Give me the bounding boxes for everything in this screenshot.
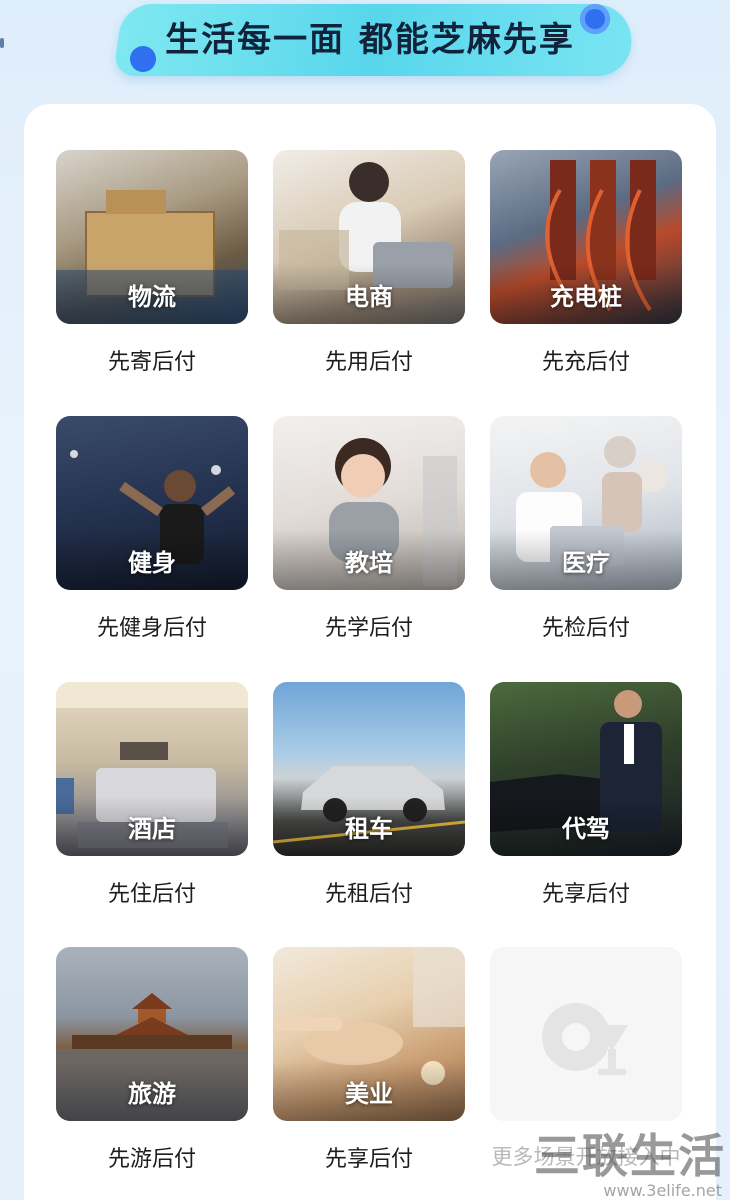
scene-tile-education[interactable]: 教培 先学后付 bbox=[273, 416, 467, 642]
tile-caption: 先住后付 bbox=[107, 882, 196, 907]
scene-tile-fitness[interactable]: 健身 先健身后付 bbox=[56, 416, 250, 642]
education-image: 教培 bbox=[273, 416, 465, 590]
tile-caption: 先用后付 bbox=[324, 350, 413, 375]
tile-label: 美业 bbox=[345, 1080, 393, 1108]
fitness-image: 健身 bbox=[56, 416, 248, 590]
tile-label: 电商 bbox=[345, 283, 393, 311]
placeholder-logo-icon bbox=[542, 1003, 628, 1075]
tile-label: 充电桩 bbox=[550, 283, 622, 311]
hotel-image: 酒店 bbox=[56, 682, 248, 856]
page-title: 生活每一面 都能芝麻先享 bbox=[165, 20, 575, 60]
tile-caption: 先享后付 bbox=[541, 882, 630, 907]
tile-caption: 先健身后付 bbox=[96, 616, 207, 641]
header-banner: 生活每一面 都能芝麻先享 bbox=[0, 0, 730, 90]
ecommerce-image: 电商 bbox=[273, 150, 465, 324]
tile-caption: 先游后付 bbox=[107, 1147, 196, 1172]
tile-label: 物流 bbox=[128, 283, 176, 311]
scene-tile-medical[interactable]: 医疗 先检后付 bbox=[490, 416, 684, 642]
scene-tile-driving[interactable]: 代驾 先享后付 bbox=[490, 682, 684, 908]
tile-label: 医疗 bbox=[562, 549, 610, 577]
tile-caption: 先租后付 bbox=[324, 882, 413, 907]
medical-image: 医疗 bbox=[490, 416, 682, 590]
tile-label: 酒店 bbox=[128, 815, 176, 843]
charging-image: 充电桩 bbox=[490, 150, 682, 324]
scene-tile-charging[interactable]: 充电桩 先充后付 bbox=[490, 150, 684, 376]
tile-caption: 先充后付 bbox=[541, 350, 630, 375]
tile-caption: 先寄后付 bbox=[107, 350, 196, 375]
driving-image: 代驾 bbox=[490, 682, 682, 856]
watermark: 三联生活 bbox=[534, 1129, 726, 1183]
rental-image: 租车 bbox=[273, 682, 465, 856]
scene-card: 物流 先寄后付 电商 先用后付 充电桩 先充后付 健身 先健身后付 教培 先学后… bbox=[24, 104, 716, 1200]
watermark-url: www.3elife.net bbox=[603, 1181, 722, 1200]
tile-label: 教培 bbox=[345, 549, 393, 577]
edge-mark bbox=[0, 38, 4, 48]
scene-tile-beauty[interactable]: 美业 先享后付 bbox=[273, 947, 467, 1173]
beauty-image: 美业 bbox=[273, 947, 465, 1121]
travel-image: 旅游 bbox=[56, 947, 248, 1121]
tile-caption: 先检后付 bbox=[541, 616, 630, 641]
tile-caption: 先享后付 bbox=[324, 1147, 413, 1172]
tile-caption: 先学后付 bbox=[324, 616, 413, 641]
scene-tile-rental[interactable]: 租车 先租后付 bbox=[273, 682, 467, 908]
scene-tile-logistics[interactable]: 物流 先寄后付 bbox=[56, 150, 250, 376]
tile-label: 健身 bbox=[128, 549, 176, 577]
more-placeholder bbox=[490, 947, 682, 1121]
scene-tile-ecommerce[interactable]: 电商 先用后付 bbox=[273, 150, 467, 376]
tile-label: 代驾 bbox=[562, 815, 610, 843]
tile-label: 旅游 bbox=[128, 1080, 176, 1108]
logistics-image: 物流 bbox=[56, 150, 248, 324]
scene-tile-hotel[interactable]: 酒店 先住后付 bbox=[56, 682, 250, 908]
tile-label: 租车 bbox=[345, 815, 393, 843]
scene-tile-travel[interactable]: 旅游 先游后付 bbox=[56, 947, 250, 1173]
